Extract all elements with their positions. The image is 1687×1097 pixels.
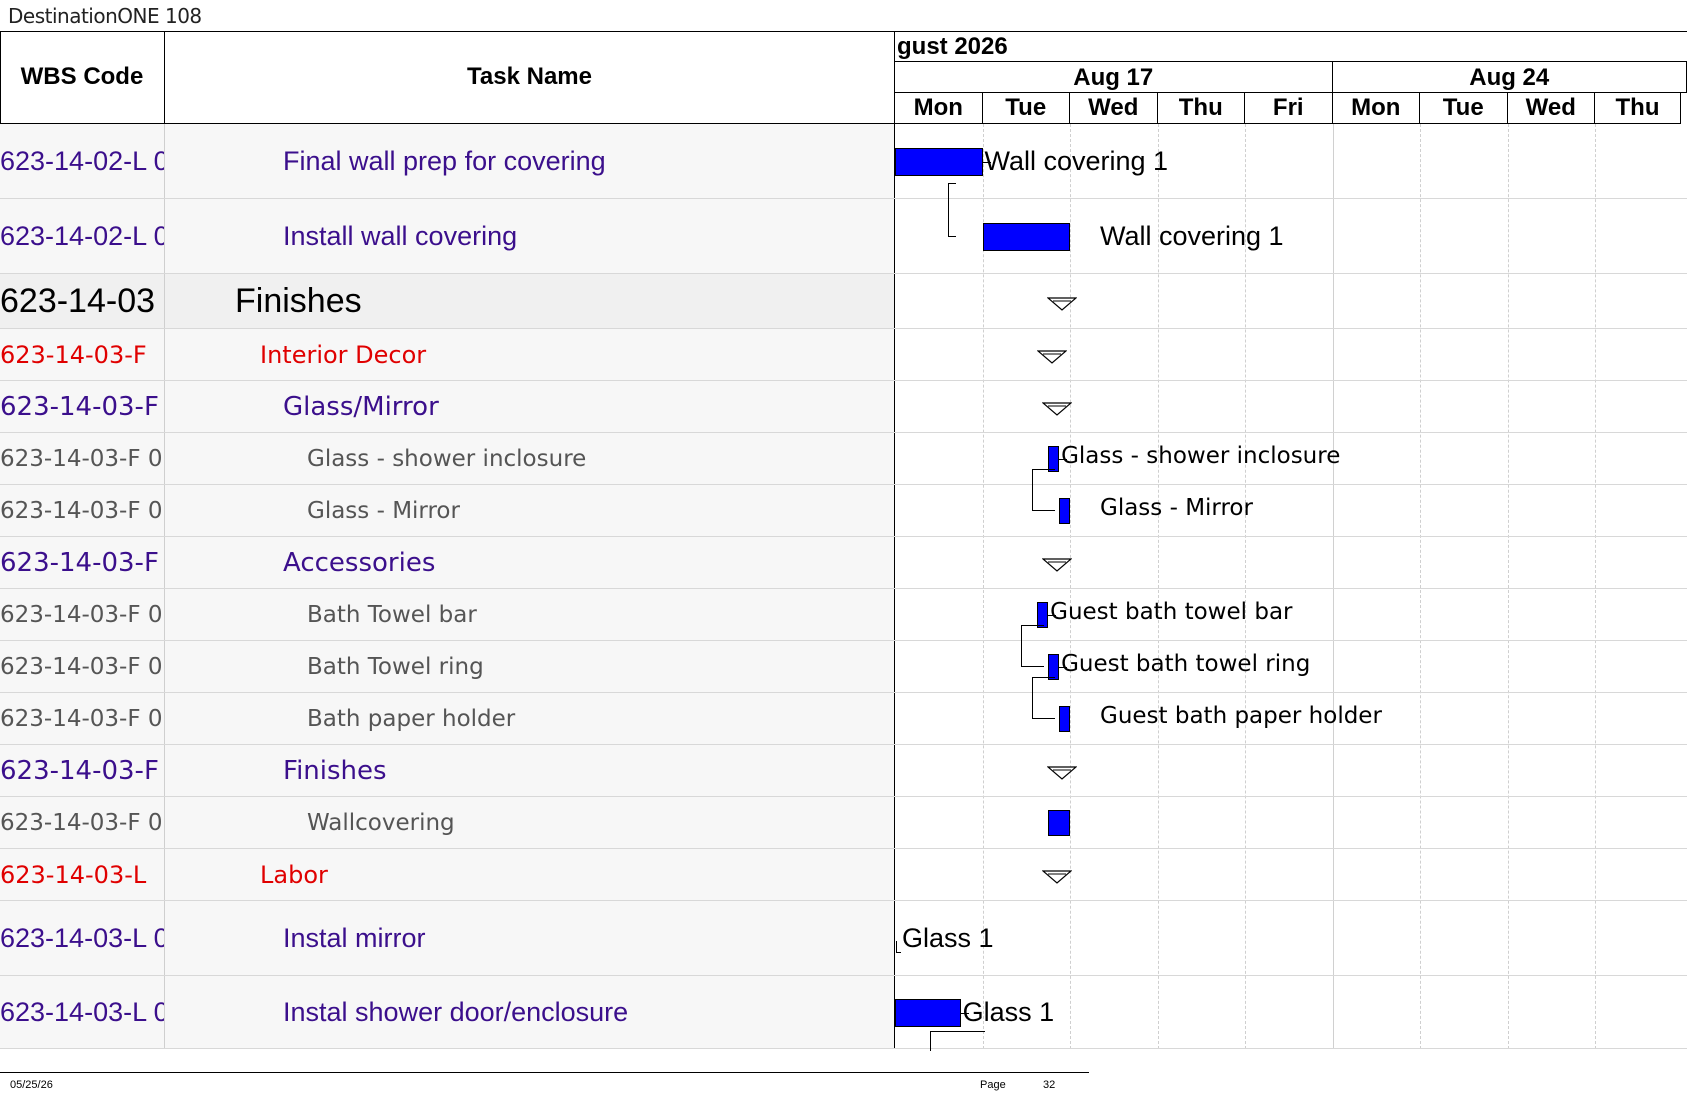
timeline-day-header: Thu: [1157, 93, 1245, 124]
gantt-bar[interactable]: [1059, 706, 1070, 732]
wbs-code-cell: 623-14-03-F: [0, 329, 165, 380]
timeline-week-header: Aug 24: [1332, 62, 1687, 93]
table-row[interactable]: 623-14-02-L 0 Install wall covering: [0, 199, 1687, 274]
bar-label-leader: [1059, 459, 1068, 460]
timeline-day-header: Mon: [895, 93, 983, 124]
table-row[interactable]: 623-14-03-L 0 Instal mirror: [0, 901, 1687, 976]
task-name-cell: Install wall covering: [165, 199, 895, 273]
task-name-cell: Glass/Mirror: [165, 381, 895, 432]
column-header-wbs-label: WBS Code: [20, 63, 144, 90]
footer-page-label: Page: [980, 1079, 1006, 1091]
table-row[interactable]: 623-14-03-F 0Accessories: [0, 537, 1687, 589]
task-name-cell: Glass - Mirror: [165, 485, 895, 536]
bar-label: Wall covering 1: [1100, 220, 1284, 251]
task-name-cell: Accessories: [165, 537, 895, 588]
table-row[interactable]: 623-14-03-F 01 Glass - shower inclosure: [0, 433, 1687, 485]
table-row[interactable]: 623-14-03-L 0 Instal shower door/enclosur…: [0, 976, 1687, 1049]
task-name-cell: Labor: [165, 849, 895, 900]
bar-label-leader: [1048, 615, 1057, 616]
gantt-bar[interactable]: [895, 147, 983, 176]
timeline-week-header: Aug 17: [895, 62, 1333, 93]
bar-label: Guest bath towel bar: [1050, 599, 1293, 625]
wbs-code-cell: 623-14-02-L 0: [0, 199, 165, 273]
timeline-day-header: Thu: [1595, 93, 1681, 124]
task-name-cell: Glass - shower inclosure: [165, 433, 895, 484]
task-name-cell: Instal shower door/enclosure: [165, 976, 895, 1048]
table-row[interactable]: 623-14-03-F 02 Bath Towel ring: [0, 641, 1687, 693]
bar-label: Guest bath paper holder: [1100, 703, 1382, 729]
gantt-bar[interactable]: [1059, 498, 1070, 524]
task-name-cell: Final wall prep for covering: [165, 124, 895, 198]
task-name-cell: Wallcovering: [165, 797, 895, 848]
timeline-day-header: Wed: [1507, 93, 1595, 124]
document-title: DestinationONE 108: [8, 4, 202, 28]
dependency-line: [1032, 677, 1055, 719]
bar-label: Guest bath towel ring: [1061, 651, 1311, 677]
timeline-day-header: Tue: [982, 93, 1070, 124]
wbs-code-cell: 623-14-02-L 0: [0, 124, 165, 198]
wbs-code-cell: 623-14-03-F 02: [0, 641, 165, 692]
timeline-day-header: Tue: [1420, 93, 1508, 124]
wbs-code-cell: 623-14-03-L 0: [0, 901, 165, 975]
bar-label: Wall covering 1: [984, 145, 1169, 176]
gantt-bar[interactable]: [1048, 810, 1070, 836]
table-row[interactable]: 623-14-03-F 03 Wallcovering: [0, 797, 1687, 849]
table-row[interactable]: 623-14-03-L Labor: [0, 849, 1687, 901]
dependency-line: [1021, 625, 1044, 667]
task-name-cell: Finishes: [165, 274, 895, 328]
wbs-code-cell: 623-14-03-F 01: [0, 433, 165, 484]
wbs-code-cell: 623-14-03-F 02: [0, 693, 165, 744]
wbs-code-cell: 623-14-03: [0, 274, 165, 328]
table-row[interactable]: 623-14-03-F 0Finishes: [0, 745, 1687, 797]
task-name-cell: Bath paper holder: [165, 693, 895, 744]
wbs-code-cell: 623-14-03-F 01: [0, 485, 165, 536]
wbs-code-cell: 623-14-03-F 03: [0, 797, 165, 848]
dependency-line: [1032, 469, 1055, 511]
table-row[interactable]: 623-14-03-F 02 Bath paper holder: [0, 693, 1687, 745]
column-header-task-name[interactable]: Task Name: [165, 31, 895, 124]
timeline-day-header: Fri: [1245, 93, 1333, 124]
bar-label-leader: [982, 161, 991, 163]
column-header-wbs[interactable]: WBS Code: [0, 31, 165, 124]
footer-page-number: 32: [1043, 1079, 1056, 1091]
wbs-code-cell: 623-14-03-F 0: [0, 745, 165, 796]
table-row[interactable]: 623-14-03-F Interior Decor: [0, 329, 1687, 381]
column-header-task-label: Task Name: [467, 63, 592, 90]
task-name-cell: Finishes: [165, 745, 895, 796]
wbs-code-cell: 623-14-03-F 02: [0, 589, 165, 640]
wbs-code-cell: 623-14-03-L 0: [0, 976, 165, 1048]
table-row[interactable]: 623-14-03-F 01 Glass - Mirror: [0, 485, 1687, 537]
bar-label-leader: [960, 1012, 969, 1014]
table-row[interactable]: 623-14-03-F 0Glass/Mirror: [0, 381, 1687, 433]
footer-rule: [0, 1072, 1089, 1073]
table-row[interactable]: 623-14-03-F 02 Bath Towel bar: [0, 589, 1687, 641]
dependency-line: [896, 941, 901, 953]
table-row[interactable]: 623-14-03 Finishes: [0, 274, 1687, 329]
task-name-cell: Instal mirror: [165, 901, 895, 975]
bar-label: Glass 1: [962, 996, 1055, 1027]
table-row[interactable]: 623-14-02-L 0 Final wall prep for coverin…: [0, 124, 1687, 199]
timeline-month-header: gust 2026: [895, 31, 1687, 62]
task-name-cell: Bath Towel bar: [165, 589, 895, 640]
task-name-cell: Bath Towel ring: [165, 641, 895, 692]
wbs-code-cell: 623-14-03-L: [0, 849, 165, 900]
dependency-line: [930, 1031, 985, 1051]
bar-label: Glass - shower inclosure: [1061, 443, 1341, 469]
gantt-bar[interactable]: [895, 998, 961, 1027]
wbs-code-cell: 623-14-03-F 0: [0, 381, 165, 432]
timeline-day-header: Wed: [1070, 93, 1158, 124]
timeline-day-header: Mon: [1332, 93, 1420, 124]
gantt-bar[interactable]: [982, 222, 1070, 251]
wbs-code-cell: 623-14-03-F 0: [0, 537, 165, 588]
bar-label: Glass 1: [902, 922, 994, 953]
footer-date: 05/25/26: [10, 1079, 53, 1091]
bar-label-leader: [1059, 667, 1068, 668]
bar-label: Glass - Mirror: [1100, 495, 1253, 521]
dependency-line: [947, 183, 956, 237]
task-name-cell: Interior Decor: [165, 329, 895, 380]
